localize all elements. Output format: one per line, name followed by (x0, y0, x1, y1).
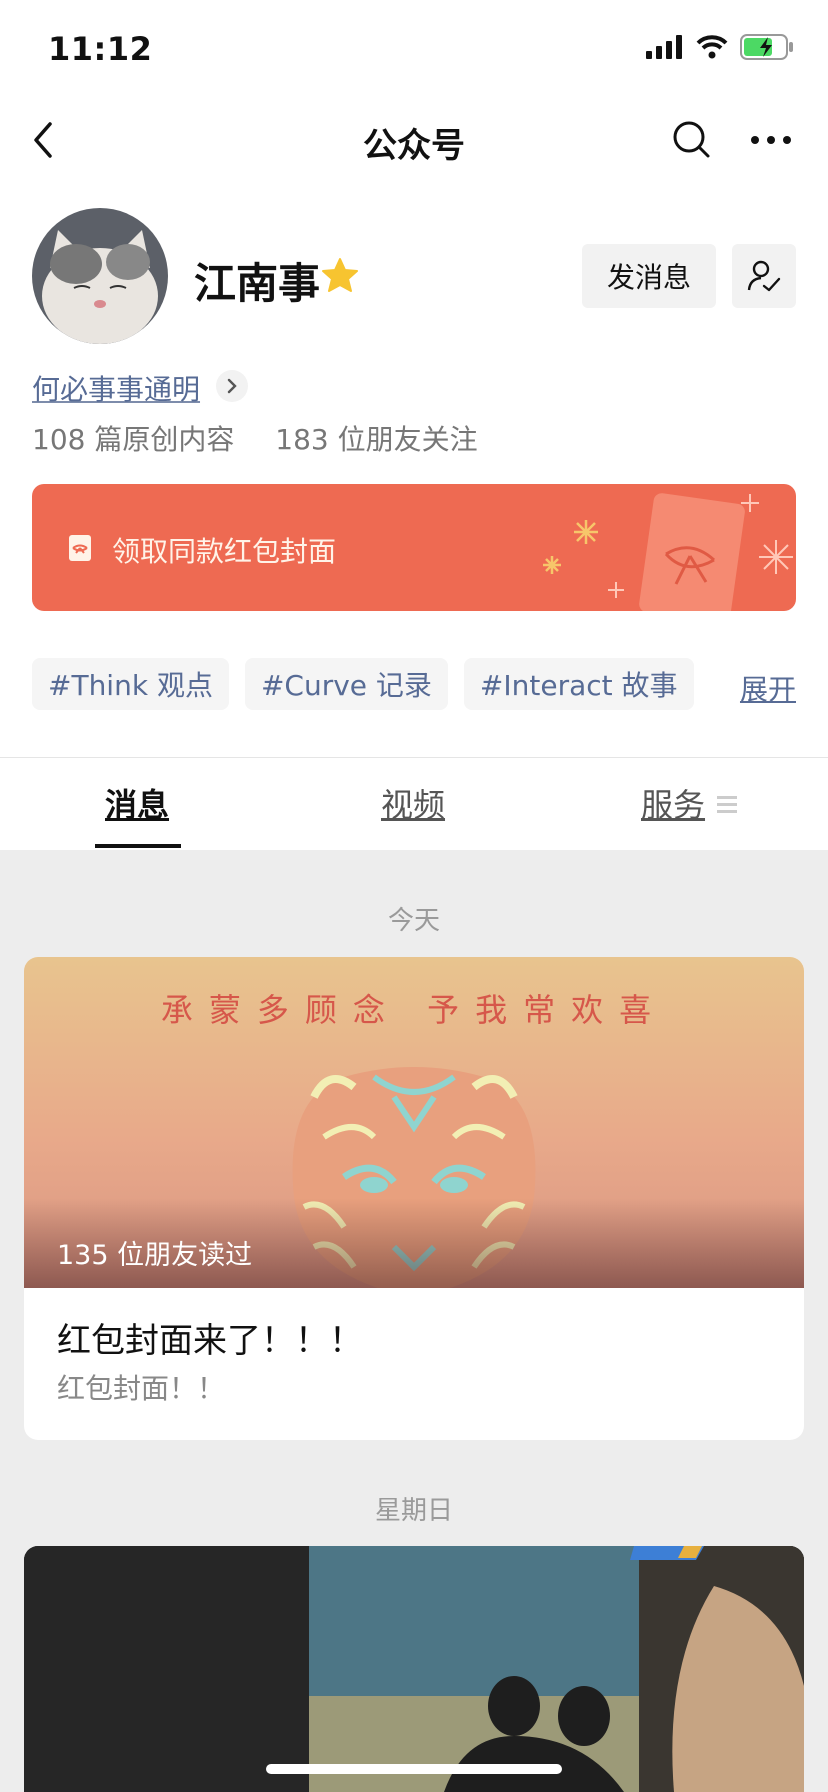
date-separator: 星期日 (374, 1496, 453, 1526)
account-name: 江南事 (194, 259, 321, 308)
chevron-right-icon (227, 378, 237, 394)
active-tab-indicator (95, 844, 181, 848)
tag-think[interactable]: #Think 观点 (32, 658, 229, 710)
article-cover (24, 1546, 804, 1792)
slogan-expand[interactable] (216, 370, 248, 402)
read-count: 135 位朋友读过 (57, 1240, 253, 1271)
article-cover: 承蒙多顾念 予我常欢喜 135 位朋友读过 (24, 957, 804, 1288)
follow-button[interactable] (732, 244, 796, 308)
original-count: 108 篇原创内容 (32, 423, 235, 456)
tab-services[interactable]: 服务 (641, 780, 705, 826)
search-icon[interactable] (670, 118, 714, 162)
status-time: 11:12 (48, 30, 153, 68)
tag-interact[interactable]: #Interact 故事 (463, 658, 694, 710)
tab-messages[interactable]: 消息 (105, 780, 169, 826)
red-envelope-banner[interactable]: 领取同款红包封面 (32, 484, 796, 611)
article-title: 红包封面来了！！！ (57, 1321, 363, 1361)
battery-icon (740, 34, 793, 60)
star-icon (322, 258, 358, 292)
signal-icon (646, 35, 682, 59)
send-message-button[interactable]: 发消息 (582, 244, 716, 308)
topic-tags: #Think 观点 #Curve 记录 #Interact 故事 (32, 658, 694, 710)
banner-label: 领取同款红包封面 (112, 535, 337, 568)
user-check-icon (747, 260, 781, 292)
more-icon[interactable] (746, 118, 796, 162)
date-separator: 今天 (387, 906, 440, 936)
account-stats: 108 篇原创内容 183 位朋友关注 (32, 418, 478, 458)
tag-curve[interactable]: #Curve 记录 (244, 658, 448, 710)
friends-following[interactable]: 183 位朋友关注 (275, 423, 477, 456)
expand-tags-link[interactable]: 展开 (740, 668, 796, 708)
divider (0, 757, 828, 758)
cover-caption: 承蒙多顾念 予我常欢喜 (160, 991, 668, 1029)
wifi-icon (696, 35, 728, 59)
account-slogan[interactable]: 何必事事通明 (32, 368, 200, 408)
article-digest: 红包封面！！ (57, 1372, 226, 1405)
avatar[interactable] (32, 208, 168, 344)
status-icons (646, 34, 794, 60)
menu-icon (717, 796, 737, 813)
red-envelope-icon (69, 535, 91, 561)
article-card[interactable]: 承蒙多顾念 予我常欢喜 135 位朋友读过 红包封面来了！！！ 红包封面！！ (24, 957, 804, 1440)
home-indicator (266, 1764, 562, 1774)
tab-videos[interactable]: 视频 (381, 780, 445, 826)
envelope-decoration (543, 493, 793, 611)
article-card[interactable] (24, 1546, 804, 1792)
